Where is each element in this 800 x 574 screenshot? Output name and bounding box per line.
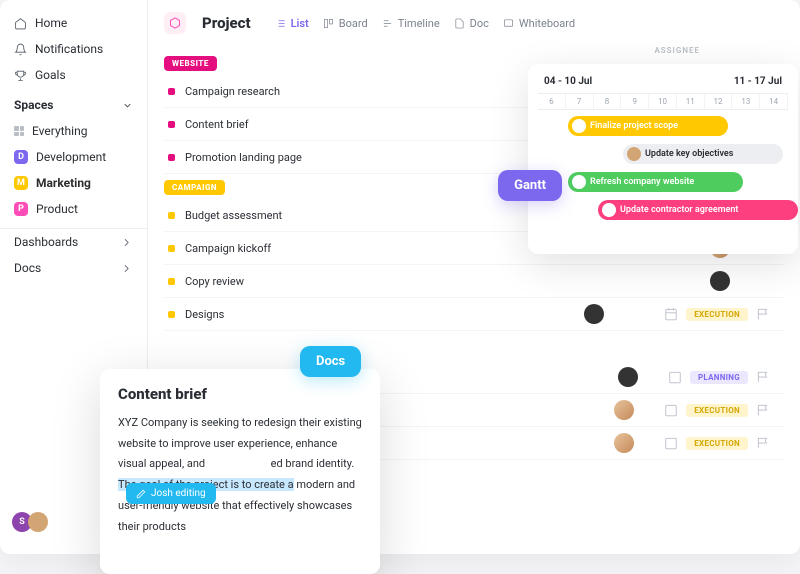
tab-doc[interactable]: Doc — [454, 17, 489, 30]
task-row[interactable]: Copy review — [164, 265, 784, 298]
column-header-assignee: ASSIGNEE — [654, 46, 700, 55]
spaces-header[interactable]: Spaces — [0, 88, 147, 118]
avatar[interactable] — [710, 271, 730, 291]
whiteboard-icon — [503, 18, 514, 29]
calendar-icon — [664, 307, 678, 321]
nav-home[interactable]: Home — [0, 10, 147, 36]
avatar — [572, 119, 586, 133]
trophy-icon — [14, 69, 27, 82]
task-row[interactable]: Designs EXECUTION — [164, 298, 784, 331]
gantt-bar-contract[interactable]: Update contractor agreement — [598, 200, 798, 220]
folder-d-icon: D — [14, 150, 28, 164]
flag-icon — [756, 436, 770, 450]
status-dot — [168, 121, 175, 128]
nav-notifications[interactable]: Notifications — [0, 36, 147, 62]
flag-icon — [756, 370, 770, 384]
status-dot — [168, 245, 175, 252]
bell-icon — [14, 43, 27, 56]
avatar[interactable] — [584, 304, 604, 324]
avatar — [602, 203, 616, 217]
gantt-bar-scope[interactable]: Finalize project scope — [568, 116, 728, 136]
avatar[interactable] — [614, 400, 634, 420]
status-dot — [168, 212, 175, 219]
topbar: Project List Board Timeline Doc — [164, 12, 784, 34]
page-title: Project — [202, 14, 251, 32]
nav-dashboards[interactable]: Dashboards — [0, 229, 147, 255]
editing-indicator: Josh editing — [126, 483, 216, 504]
flag-icon — [756, 307, 770, 321]
gantt-days: 67891011121314 — [538, 93, 788, 110]
space-marketing[interactable]: M Marketing — [0, 170, 147, 196]
status-badge: EXECUTION — [686, 404, 748, 417]
docs-title: Content brief — [118, 385, 362, 403]
gantt-bar-objectives[interactable]: Update key objectives — [623, 144, 783, 164]
status-badge: PLANNING — [690, 371, 748, 384]
flag-icon — [756, 403, 770, 417]
timeline-icon — [382, 18, 393, 29]
docs-callout-label: Docs — [300, 346, 361, 377]
tab-board[interactable]: Board — [323, 17, 368, 30]
avatar — [572, 175, 586, 189]
nav-label: Notifications — [35, 42, 103, 56]
docs-body: XYZ Company is seeking to redesign their… — [118, 413, 362, 538]
status-dot — [168, 88, 175, 95]
space-development[interactable]: D Development — [0, 144, 147, 170]
project-icon — [164, 12, 186, 34]
nav-label: Goals — [35, 68, 66, 82]
week-range: 11 - 17 Jul — [734, 76, 782, 87]
chevron-right-icon — [120, 236, 133, 249]
status-badge: EXECUTION — [686, 308, 748, 321]
group-label-campaign[interactable]: CAMPAIGN — [164, 180, 225, 195]
calendar-icon — [664, 436, 678, 450]
pencil-icon — [136, 489, 146, 499]
doc-icon — [454, 18, 465, 29]
gantt-bar-refresh[interactable]: Refresh company website — [568, 172, 743, 192]
status-dot — [168, 278, 175, 285]
nav-label: Home — [35, 16, 67, 30]
board-icon — [323, 18, 334, 29]
avatar — [627, 147, 641, 161]
grid-icon — [14, 126, 24, 136]
avatar[interactable] — [614, 433, 634, 453]
avatar[interactable] — [618, 367, 638, 387]
chevron-down-icon — [122, 100, 133, 111]
list-icon — [275, 18, 286, 29]
status-dot — [168, 311, 175, 318]
folder-m-icon: M — [14, 176, 28, 190]
nav-goals[interactable]: Goals — [0, 62, 147, 88]
chevron-right-icon — [120, 262, 133, 275]
tab-timeline[interactable]: Timeline — [382, 17, 440, 30]
status-badge: EXECUTION — [686, 437, 748, 450]
docs-panel: Content brief XYZ Company is seeking to … — [100, 369, 380, 574]
status-dot — [168, 154, 175, 161]
home-icon — [14, 17, 27, 30]
calendar-icon — [664, 403, 678, 417]
nav-docs[interactable]: Docs — [0, 255, 147, 281]
gantt-callout-label: Gantt — [498, 170, 562, 201]
space-everything[interactable]: Everything — [0, 118, 147, 144]
calendar-icon — [668, 370, 682, 384]
avatar — [28, 512, 48, 532]
tab-whiteboard[interactable]: Whiteboard — [503, 17, 575, 30]
group-label-website[interactable]: WEBSITE — [164, 56, 217, 71]
space-product[interactable]: P Product — [0, 196, 147, 222]
gantt-panel: 04 - 10 Jul 11 - 17 Jul 67891011121314 F… — [528, 64, 798, 254]
view-tabs: List Board Timeline Doc Whiteboard — [275, 17, 576, 30]
week-range: 04 - 10 Jul — [544, 76, 592, 87]
tab-list[interactable]: List — [275, 17, 309, 30]
folder-p-icon: P — [14, 202, 28, 216]
